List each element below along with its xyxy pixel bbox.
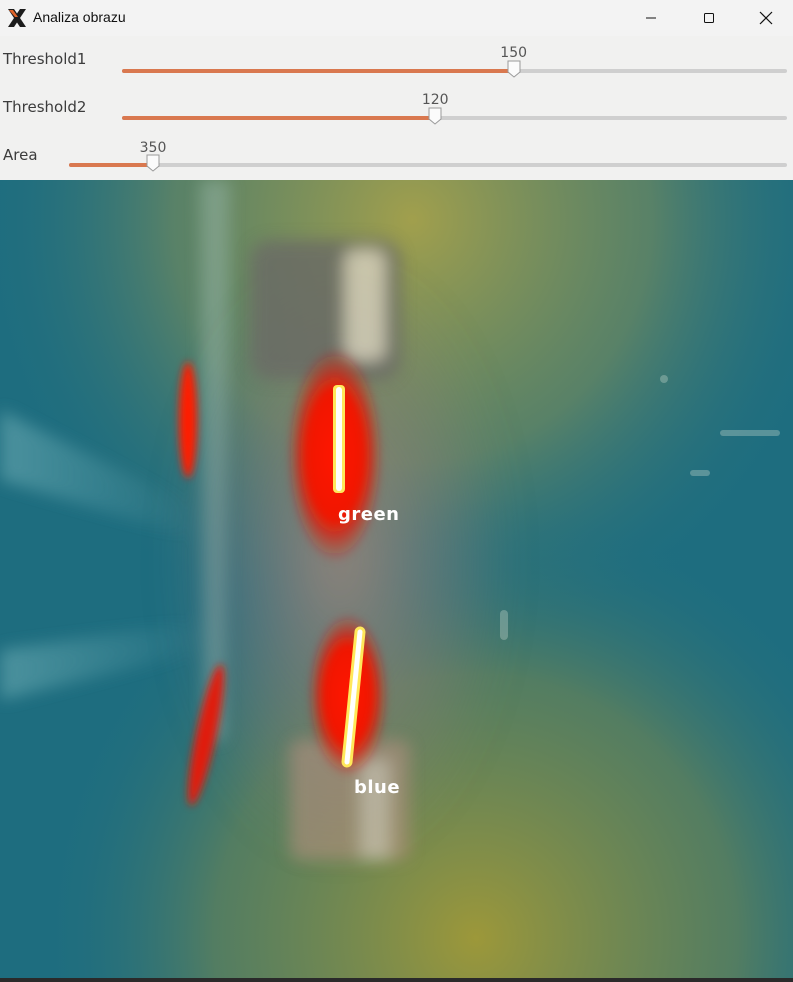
- minimize-icon: [646, 17, 656, 19]
- threshold1-slider-fill: [122, 69, 514, 73]
- threshold2-label: Threshold2: [3, 98, 87, 116]
- threshold1-value: 150: [500, 45, 528, 61]
- area-slider[interactable]: [69, 154, 787, 172]
- camera-image: green blue: [0, 180, 793, 978]
- threshold2-slider-fill: [122, 116, 436, 120]
- x-app-icon: [8, 9, 26, 27]
- maximize-button[interactable]: [680, 0, 738, 36]
- window-bottom-border: [0, 978, 793, 982]
- threshold1-slider-handle[interactable]: [507, 60, 521, 78]
- camera-frame: [0, 180, 793, 978]
- minimize-button[interactable]: [622, 0, 680, 36]
- title-bar[interactable]: Analiza obrazu: [0, 0, 793, 36]
- threshold2-slider-handle[interactable]: [428, 107, 442, 125]
- area-label: Area: [3, 146, 38, 164]
- trackbar-panel: Threshold1 150 Threshold2 120 Area 350: [0, 36, 793, 180]
- close-button[interactable]: [738, 0, 793, 36]
- threshold2-value: 120: [421, 92, 449, 108]
- app-window: Analiza obrazu Threshold1 150 Threshold2…: [0, 0, 793, 982]
- detection-label-green: green: [338, 504, 400, 525]
- area-slider-fill: [69, 163, 153, 167]
- threshold1-slider[interactable]: [122, 60, 787, 78]
- threshold1-label: Threshold1: [3, 50, 87, 68]
- area-slider-handle[interactable]: [146, 154, 160, 172]
- close-icon: [759, 11, 772, 25]
- threshold2-slider[interactable]: [122, 107, 787, 125]
- window-title: Analiza obrazu: [33, 9, 126, 25]
- maximize-icon: [704, 13, 714, 23]
- detection-label-blue: blue: [354, 777, 401, 798]
